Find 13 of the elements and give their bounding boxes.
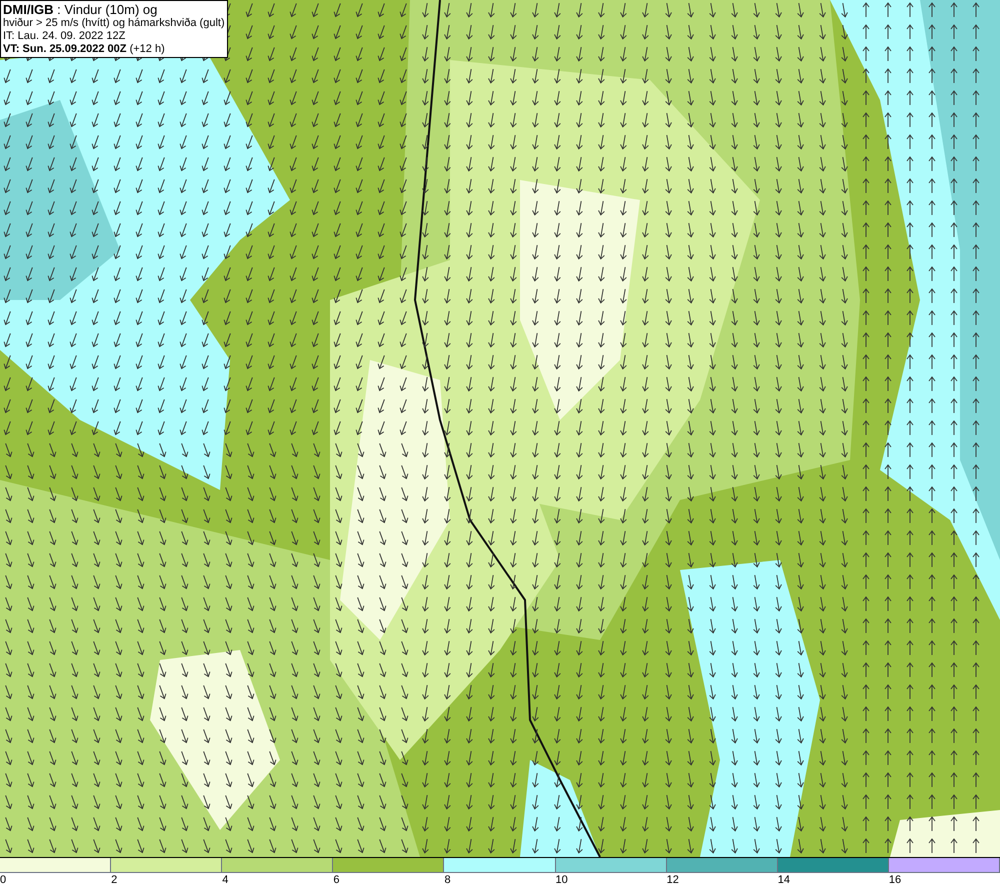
legend-label: 14 bbox=[778, 873, 790, 887]
legend-label: 0 bbox=[0, 873, 6, 887]
legend-label: 16 bbox=[888, 873, 902, 887]
header-text: IT: Lau. 24. 09. 2022 12Z bbox=[3, 30, 126, 43]
legend-label: 8 bbox=[444, 873, 451, 887]
header-text: hviður > 25 m/s (hvítt) og hámarkshviða (gult) bbox=[3, 17, 225, 30]
header-text: VT: Sun. 25.09.2022 00Z (+12 h) bbox=[3, 43, 166, 56]
legend-label: 12 bbox=[666, 873, 679, 887]
legend-label: 2 bbox=[111, 873, 118, 887]
legend-label: 10 bbox=[556, 873, 568, 887]
header-text: DMI/IGB : Vindur (10m) og bbox=[3, 2, 158, 17]
legend-label: 4 bbox=[222, 873, 228, 887]
legend-label: 6 bbox=[333, 873, 340, 887]
